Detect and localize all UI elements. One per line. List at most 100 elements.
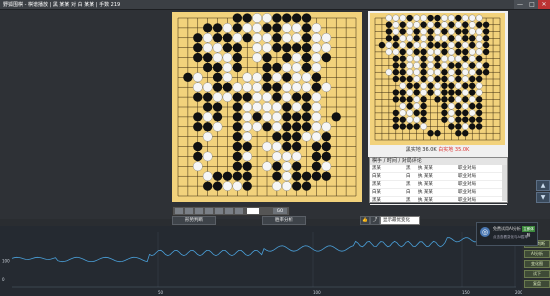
first-move-button[interactable]: [175, 208, 183, 214]
share-icon[interactable]: ⤴: [370, 216, 380, 225]
white-stone: [399, 102, 407, 110]
move-number-input[interactable]: [247, 208, 259, 214]
white-stone: [222, 23, 233, 33]
white-stone: [242, 121, 253, 132]
white-stone: [242, 72, 253, 83]
black-stone: [406, 14, 413, 22]
comment-cell-col: 白: [406, 190, 411, 195]
black-stone: [212, 112, 223, 122]
go-button[interactable]: GO: [273, 208, 287, 214]
white-stone: [468, 95, 476, 103]
black-stone: [392, 41, 400, 49]
variation-select[interactable]: 显示最优变化: [380, 216, 420, 225]
black-stone: [434, 96, 441, 103]
white-stone: [461, 14, 469, 22]
next-move-button[interactable]: [215, 208, 223, 214]
comment-cell-col: 黑: [406, 198, 411, 203]
white-stone: [301, 82, 312, 93]
black-stone: [420, 55, 427, 62]
black-stone: [301, 122, 312, 132]
black-stone: [242, 33, 252, 43]
white-stone: [281, 171, 292, 182]
white-stone: [385, 48, 393, 56]
black-stone: [427, 82, 434, 89]
white-stone: [212, 121, 223, 132]
minimize-button[interactable]: —: [514, 0, 526, 9]
comment-row[interactable]: 黑某 黑 执 某某 职业对局: [370, 197, 507, 205]
prev-10-button[interactable]: [185, 208, 193, 214]
situation-button[interactable]: 形势判断: [172, 216, 216, 225]
last-move-button[interactable]: [235, 208, 243, 214]
black-stone: [321, 141, 331, 152]
white-stone: [252, 121, 262, 132]
comment-row[interactable]: 黑某 黑 执 某某 职业对局: [370, 181, 507, 189]
comment-scrollbar[interactable]: [502, 165, 507, 201]
black-stone: [212, 82, 223, 92]
maximize-button[interactable]: □: [526, 0, 538, 9]
mini-go-board[interactable]: [370, 13, 505, 145]
black-stone: [469, 116, 476, 123]
black-stone: [203, 181, 213, 191]
black-stone: [448, 96, 455, 103]
comment-row[interactable]: 黑某 黑 执 某某 职业对局: [370, 165, 507, 173]
black-stone: [441, 75, 448, 83]
white-stone: [448, 55, 455, 63]
tool-button[interactable]: 复盘: [524, 280, 550, 288]
black-stone: [292, 171, 302, 181]
thumbs-icon[interactable]: 👍: [360, 216, 370, 225]
comment-cell-detail: 执 某某: [418, 190, 433, 195]
white-stone: [272, 151, 282, 162]
white-stone: [291, 32, 302, 43]
black-stone: [212, 62, 223, 73]
comment-row[interactable]: 白某 白 执 某某 职业对局: [370, 173, 507, 181]
black-stone: [413, 89, 420, 96]
comment-panel: 棋手 / 时间 / 对局评论 黑某黑执 某某 职业对局 白某白执 某某 职业对局 黑某黑…: [369, 157, 508, 205]
play-button[interactable]: [205, 208, 213, 214]
close-button[interactable]: ✕: [538, 0, 550, 9]
white-stone: [281, 32, 292, 43]
black-stone: [399, 28, 406, 35]
white-stone: [399, 82, 407, 90]
comment-cell-type: 职业对局: [458, 174, 476, 179]
black-stone: [282, 112, 292, 122]
black-stone: [272, 161, 282, 171]
black-stone: [420, 48, 427, 56]
x-tick-label: 50: [158, 290, 164, 295]
black-stone: [441, 28, 448, 35]
black-stone: [399, 69, 406, 76]
winrate-button[interactable]: 胜率分析: [262, 216, 306, 225]
white-stone: [434, 82, 441, 90]
main-go-board[interactable]: [172, 12, 362, 202]
black-stone: [469, 41, 476, 49]
black-stone: [482, 41, 490, 49]
tool-button[interactable]: 变化图: [524, 260, 550, 268]
tool-button[interactable]: AI分析: [524, 250, 550, 258]
white-stone: [222, 181, 233, 191]
white-stone: [321, 32, 332, 43]
black-stone: [272, 23, 282, 33]
prev-move-button[interactable]: [195, 208, 203, 214]
black-stone: [301, 112, 312, 122]
next-10-button[interactable]: [225, 208, 233, 214]
winrate-graph[interactable]: 100 0 50 100 150 200: [0, 226, 522, 296]
comment-row[interactable]: 白某 白 执 某某 职业对局: [370, 189, 507, 197]
black-stone: [406, 123, 413, 130]
black-stone: [434, 14, 441, 22]
tool-button[interactable]: 试下: [524, 270, 550, 278]
black-stone: [272, 92, 282, 102]
black-stone: [193, 141, 203, 152]
black-stone: [301, 102, 312, 112]
white-stone: [291, 52, 302, 63]
try-now-button[interactable]: 立即体验: [522, 226, 535, 237]
black-stone: [272, 13, 282, 23]
black-stone: [399, 116, 406, 123]
black-stone: [469, 89, 476, 96]
white-stone: [413, 95, 421, 103]
white-stone: [385, 14, 393, 22]
white-stone: [262, 141, 272, 152]
black-stone: [292, 161, 302, 171]
collapse-up-button[interactable]: ▲: [536, 180, 550, 191]
black-stone: [406, 75, 413, 83]
ai-promo-popup[interactable]: ◎ 免费试用AI分析 点击查看变化与AI胜率 立即体验: [476, 222, 538, 246]
collapse-down-button[interactable]: ▼: [536, 192, 550, 203]
